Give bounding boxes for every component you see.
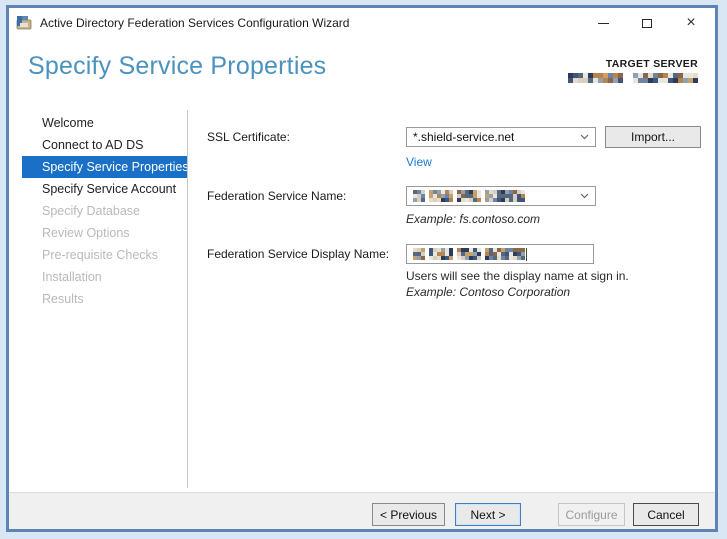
minimize-icon (597, 22, 609, 24)
display-name-example: Example: Contoso Corporation (406, 285, 571, 299)
federation-service-name-example: Example: fs.contoso.com (406, 212, 541, 226)
sidebar-item-results: Results (42, 292, 84, 306)
sidebar-item-installation: Installation (42, 270, 102, 284)
ssl-certificate-value: *.shield-service.net (413, 130, 515, 144)
close-icon: × (686, 14, 696, 31)
sidebar-item-welcome[interactable]: Welcome (22, 112, 188, 134)
sidebar-item-review-options: Review Options (42, 226, 130, 240)
import-button[interactable]: Import... (605, 126, 701, 148)
display-name-hint: Users will see the display name at sign … (406, 269, 629, 283)
sidebar-item-specify-database: Specify Database (42, 204, 140, 218)
text-caret (526, 247, 527, 261)
window-controls: × (581, 8, 713, 38)
target-server-label: TARGET SERVER (605, 58, 698, 70)
federation-service-name-combobox[interactable] (406, 186, 596, 206)
wizard-window: Active Directory Federation Services Con… (6, 5, 718, 532)
maximize-icon (642, 18, 652, 28)
federation-service-name-label: Federation Service Name: (207, 189, 347, 203)
footer-button-bar: < Previous Next > Configure Cancel (9, 492, 715, 529)
redacted-target-server-name (568, 73, 698, 83)
federation-service-display-name-input[interactable] (406, 244, 594, 264)
configure-button: Configure (558, 503, 625, 526)
sidebar-divider (187, 110, 188, 488)
chevron-down-icon (580, 193, 589, 199)
sidebar-item-specify-service-account[interactable]: Specify Service Account (22, 178, 188, 200)
ssl-certificate-label: SSL Certificate: (207, 130, 290, 144)
previous-button[interactable]: < Previous (372, 503, 445, 526)
close-button[interactable]: × (669, 8, 713, 38)
title-bar: Active Directory Federation Services Con… (9, 8, 715, 38)
ssl-certificate-combobox[interactable]: *.shield-service.net (406, 127, 596, 147)
next-button[interactable]: Next > (455, 503, 521, 526)
sidebar-item-specify-service-properties[interactable]: Specify Service Properties (22, 156, 189, 178)
adfs-app-icon (16, 16, 32, 30)
page-title: Specify Service Properties (28, 52, 327, 80)
sidebar-item-pre-requisite-checks: Pre-requisite Checks (42, 248, 159, 262)
redacted-display-name-value (413, 248, 525, 260)
view-certificate-link[interactable]: View (406, 155, 432, 169)
wizard-nav: Welcome Connect to AD DS Specify Service… (22, 112, 189, 310)
chevron-down-icon (580, 134, 589, 140)
sidebar-item-connect-to-ad-ds[interactable]: Connect to AD DS (22, 134, 188, 156)
target-server-block: TARGET SERVER (568, 58, 698, 83)
window-title: Active Directory Federation Services Con… (40, 16, 350, 30)
federation-service-display-name-label: Federation Service Display Name: (207, 247, 390, 261)
minimize-button[interactable] (581, 8, 625, 38)
maximize-button[interactable] (625, 8, 669, 38)
redacted-federation-service-name (413, 190, 525, 202)
cancel-button[interactable]: Cancel (633, 503, 699, 526)
